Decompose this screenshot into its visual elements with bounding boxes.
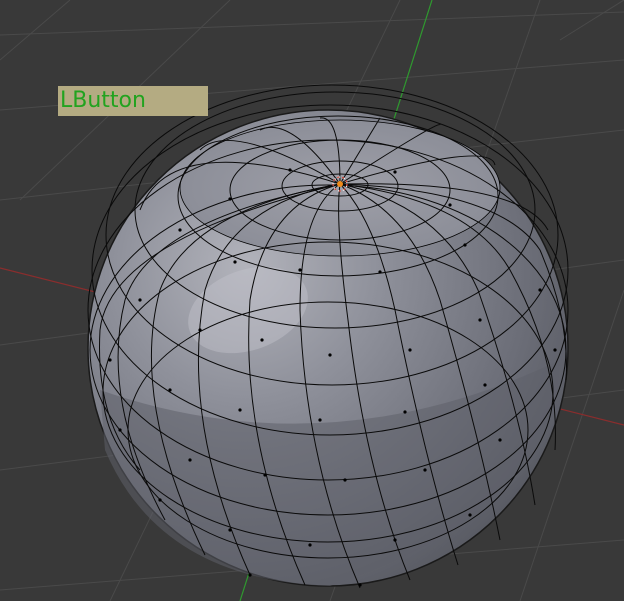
key-press-overlay: LButton <box>58 86 208 116</box>
uv-sphere-mesh[interactable] <box>87 84 569 589</box>
